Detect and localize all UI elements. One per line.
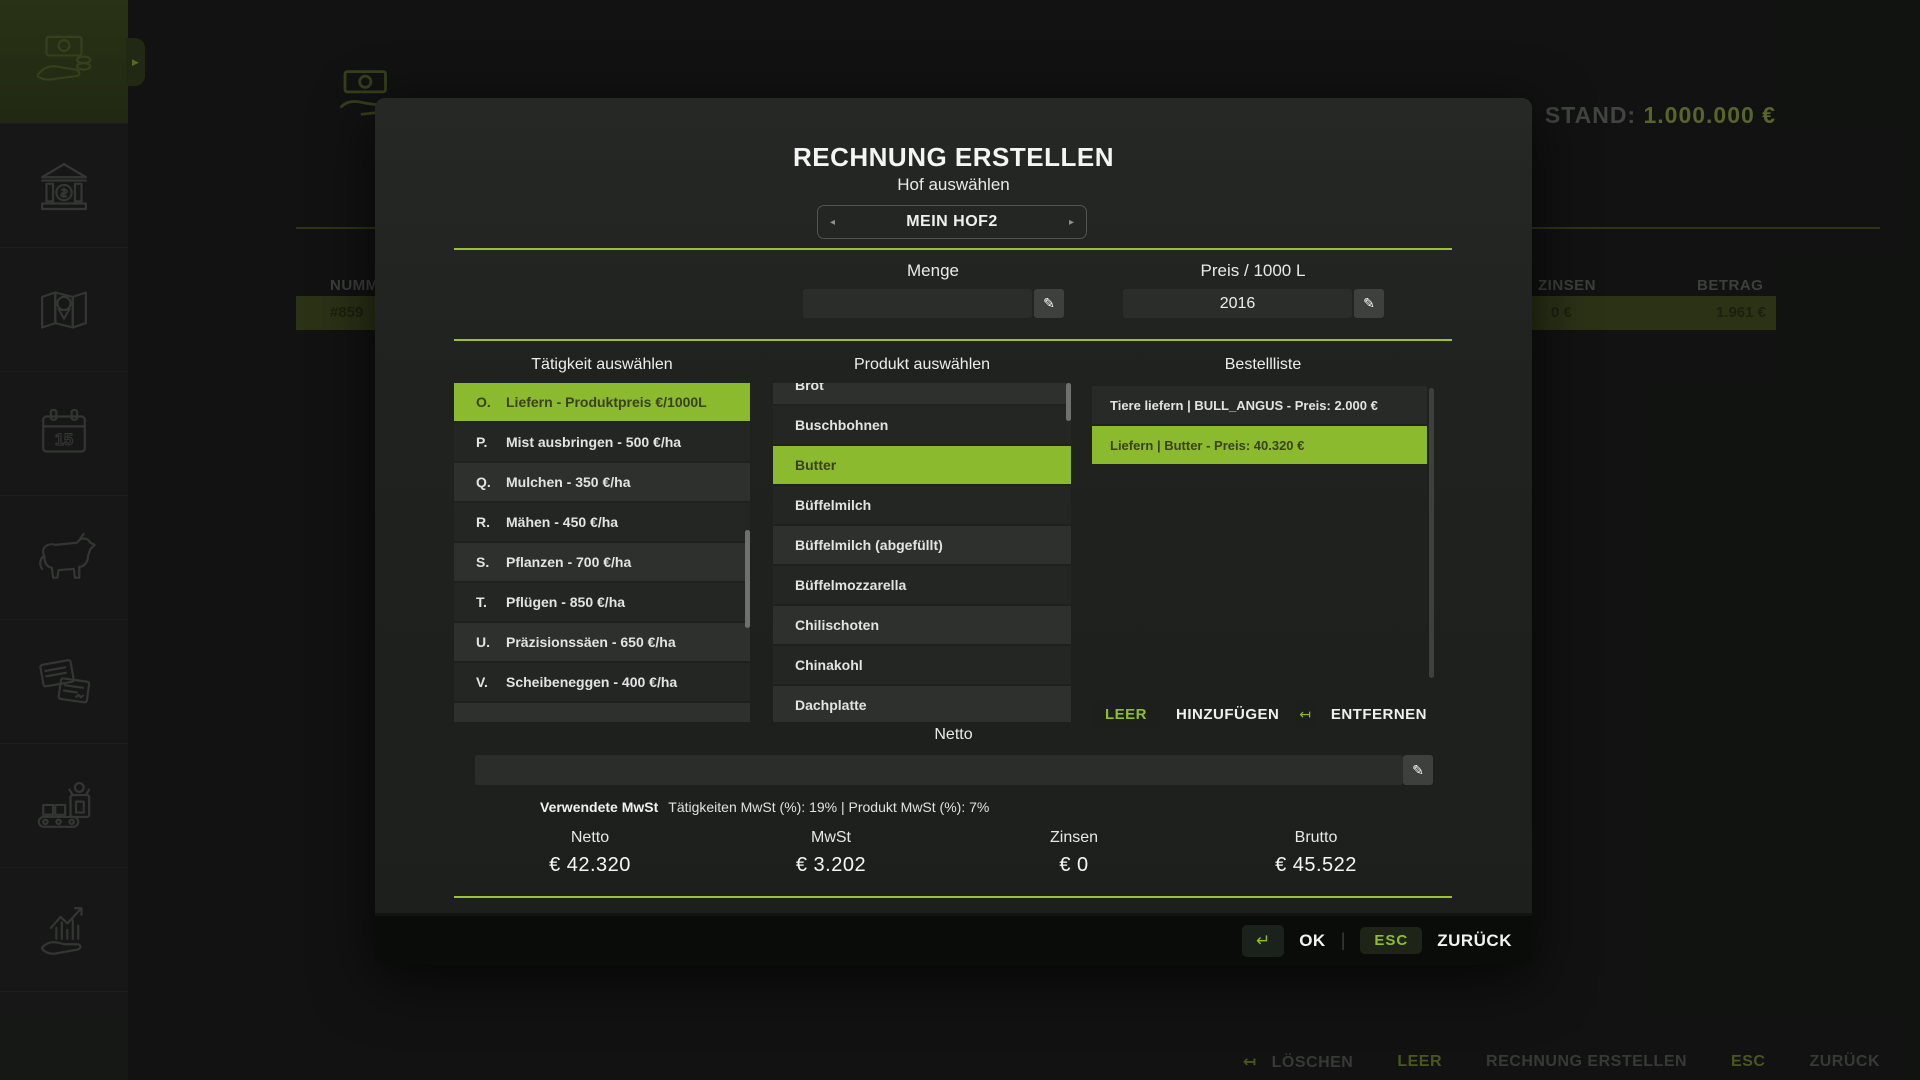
order-list-item[interactable]: Liefern | Butter - Preis: 40.320 €: [1092, 426, 1427, 464]
summary-netto-label: Netto: [490, 829, 690, 847]
farm-select-label: Hof auswählen: [375, 175, 1532, 195]
dialog-footer: ↵ OK | ESC ZURÜCK: [375, 916, 1532, 965]
farm-selector[interactable]: ◂ MEIN HOF2 ▸: [817, 205, 1087, 239]
netto-edit-button[interactable]: ✎: [1403, 755, 1433, 785]
farm-selector-value: MEIN HOF2: [906, 213, 998, 231]
leer-button[interactable]: LEER: [1092, 701, 1160, 728]
entfernen-button[interactable]: ENTFERNEN: [1331, 706, 1427, 723]
produkt-list-header: Produkt auswählen: [773, 356, 1071, 374]
taetigkeit-list: O.Liefern - Produktpreis €/1000L P.Mist …: [454, 383, 750, 722]
summary-brutto-value: € 45.522: [1216, 854, 1416, 877]
list-item[interactable]: Brot: [773, 383, 1071, 404]
esc-key-button[interactable]: ESC: [1360, 927, 1422, 954]
next-arrow-icon[interactable]: ▸: [1069, 217, 1074, 228]
produkt-list: Brot Buschbohnen Butter Büffelmilch Büff…: [773, 383, 1071, 722]
netto-input[interactable]: [475, 755, 1403, 785]
list-item[interactable]: V.Scheibeneggen - 400 €/ha: [454, 663, 750, 701]
bestellliste-header: Bestellliste: [1092, 356, 1434, 374]
netto-label: Netto: [375, 726, 1532, 744]
list-item[interactable]: Büffelmilch (abgefüllt): [773, 526, 1071, 564]
list-item[interactable]: Buschbohnen: [773, 406, 1071, 444]
dialog-title: RECHNUNG ERSTELLEN: [375, 142, 1532, 173]
pencil-icon: ✎: [1363, 295, 1375, 312]
list-item[interactable]: Q.Mulchen - 350 €/ha: [454, 463, 750, 501]
summary-mwst-value: € 3.202: [731, 854, 931, 877]
list-item[interactable]: Butter: [773, 446, 1071, 484]
summary-zinsen-value: € 0: [974, 854, 1174, 877]
ok-key-button[interactable]: ↵: [1242, 925, 1284, 957]
footer-divider: |: [1341, 930, 1346, 951]
menge-input[interactable]: [803, 289, 1032, 318]
list-item[interactable]: U.Präzisionssäen - 650 €/ha: [454, 623, 750, 661]
pencil-icon: ✎: [1043, 295, 1055, 312]
list-item[interactable]: Dachplatte: [773, 686, 1071, 722]
create-invoice-dialog: RECHNUNG ERSTELLEN Hof auswählen ◂ MEIN …: [375, 98, 1532, 965]
hinzufuegen-button[interactable]: HINZUFÜGEN: [1176, 706, 1279, 723]
taetigkeit-list-header: Tätigkeit auswählen: [454, 356, 750, 374]
list-item[interactable]: O.Liefern - Produktpreis €/1000L: [454, 383, 750, 421]
mwst-info-text: Tätigkeiten MwSt (%): 19% | Produkt MwSt…: [668, 799, 989, 815]
summary-brutto-label: Brutto: [1216, 829, 1416, 847]
list-item[interactable]: Büffelmilch: [773, 486, 1071, 524]
mwst-info: Verwendete MwSt Tätigkeiten MwSt (%): 19…: [540, 799, 989, 815]
produkt-scrollbar[interactable]: [1066, 383, 1071, 421]
mwst-info-title: Verwendete MwSt: [540, 799, 658, 815]
preis-label: Preis / 1000 L: [1123, 261, 1383, 281]
preis-input[interactable]: 2016: [1123, 289, 1352, 318]
taetigkeit-scrollbar[interactable]: [745, 530, 750, 628]
order-actions: LEER HINZUFÜGEN ↤ ENTFERNEN: [1092, 699, 1434, 729]
bestellliste: Tiere liefern | BULL_ANGUS - Preis: 2.00…: [1092, 383, 1434, 722]
summary-mwst-label: MwSt: [731, 829, 931, 847]
bestellliste-scrollbar[interactable]: [1429, 388, 1434, 678]
list-item[interactable]: Chinakohl: [773, 646, 1071, 684]
divider: [454, 339, 1452, 341]
divider: [454, 896, 1452, 898]
list-item[interactable]: P.Mist ausbringen - 500 €/ha: [454, 423, 750, 461]
backspace-key-icon: ↤: [1299, 706, 1311, 723]
list-item-partial[interactable]: [454, 703, 750, 722]
order-list-item[interactable]: Tiere liefern | BULL_ANGUS - Preis: 2.00…: [1092, 386, 1427, 424]
ok-button[interactable]: OK: [1299, 931, 1326, 951]
summary-netto-value: € 42.320: [490, 854, 690, 877]
menge-edit-button[interactable]: ✎: [1034, 289, 1064, 318]
list-item[interactable]: Büffelmozzarella: [773, 566, 1071, 604]
enter-key-icon: ↵: [1256, 931, 1270, 951]
preis-edit-button[interactable]: ✎: [1354, 289, 1384, 318]
divider: [454, 248, 1452, 250]
menge-label: Menge: [803, 261, 1063, 281]
entfernen-key-button[interactable]: ↤: [1295, 701, 1314, 727]
summary-zinsen-label: Zinsen: [974, 829, 1174, 847]
list-item[interactable]: T.Pflügen - 850 €/ha: [454, 583, 750, 621]
list-item[interactable]: S.Pflanzen - 700 €/ha: [454, 543, 750, 581]
list-item[interactable]: Chilischoten: [773, 606, 1071, 644]
pencil-icon: ✎: [1412, 762, 1424, 779]
list-item[interactable]: R.Mähen - 450 €/ha: [454, 503, 750, 541]
zurueck-button[interactable]: ZURÜCK: [1437, 931, 1512, 951]
prev-arrow-icon[interactable]: ◂: [830, 217, 835, 228]
